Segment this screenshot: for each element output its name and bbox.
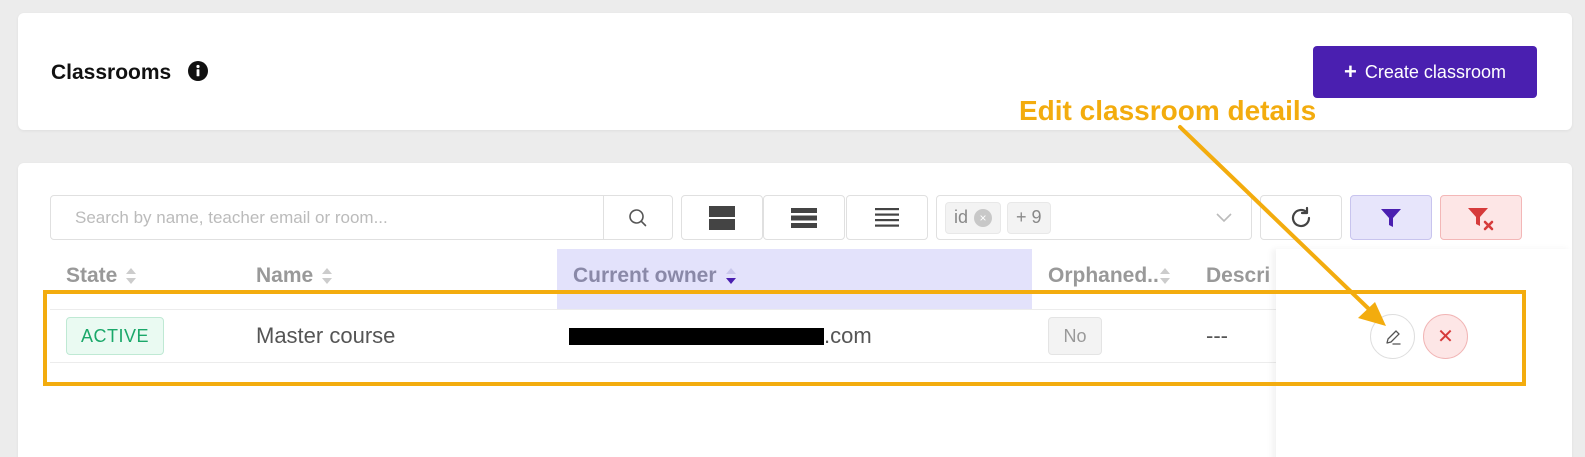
clear-filters-button[interactable]: [1440, 195, 1522, 240]
rows-large-icon: [709, 205, 735, 230]
page-title: Classrooms: [51, 61, 172, 84]
tag-more-count: + 9: [1007, 201, 1051, 234]
column-header-description[interactable]: Descri: [1206, 264, 1270, 288]
density-small-button[interactable]: [846, 195, 928, 240]
chevron-down-icon: [1216, 213, 1232, 223]
column-header-state[interactable]: State: [66, 264, 137, 288]
search-button[interactable]: [603, 195, 673, 240]
filter-button[interactable]: [1350, 195, 1432, 240]
refresh-button[interactable]: [1260, 195, 1342, 240]
density-medium-button[interactable]: [763, 195, 845, 240]
search-field[interactable]: [50, 195, 604, 240]
create-classroom-button[interactable]: + Create classroom: [1313, 46, 1537, 98]
column-header-orphaned[interactable]: Orphaned..: [1048, 264, 1171, 288]
rows-small-icon: [875, 207, 899, 227]
filter-icon: [1381, 208, 1401, 227]
sort-icon: [126, 268, 137, 284]
sort-descending-icon: [725, 268, 736, 284]
tag-remove-icon[interactable]: ×: [974, 208, 993, 227]
header-card: Classrooms + Create classroom: [18, 13, 1572, 130]
sort-icon: [1159, 268, 1170, 284]
sort-icon: [322, 268, 333, 284]
tag-id: id ×: [945, 201, 1002, 234]
annotation-label: Edit classroom details: [1019, 95, 1317, 126]
density-compact-button[interactable]: [681, 195, 763, 240]
search-input[interactable]: [51, 196, 603, 239]
search-icon: [629, 208, 647, 226]
plus-icon: +: [1344, 59, 1357, 84]
column-select[interactable]: id × + 9: [936, 195, 1252, 240]
column-header-name[interactable]: Name: [256, 264, 333, 288]
rows-medium-icon: [791, 207, 817, 228]
filter-clear-icon: [1468, 207, 1494, 230]
create-classroom-label: Create classroom: [1364, 61, 1506, 82]
column-header-current-owner[interactable]: Current owner: [573, 264, 737, 288]
info-icon[interactable]: [188, 61, 208, 81]
row-highlight-annotation: [43, 290, 1526, 386]
refresh-icon: [1291, 206, 1311, 227]
